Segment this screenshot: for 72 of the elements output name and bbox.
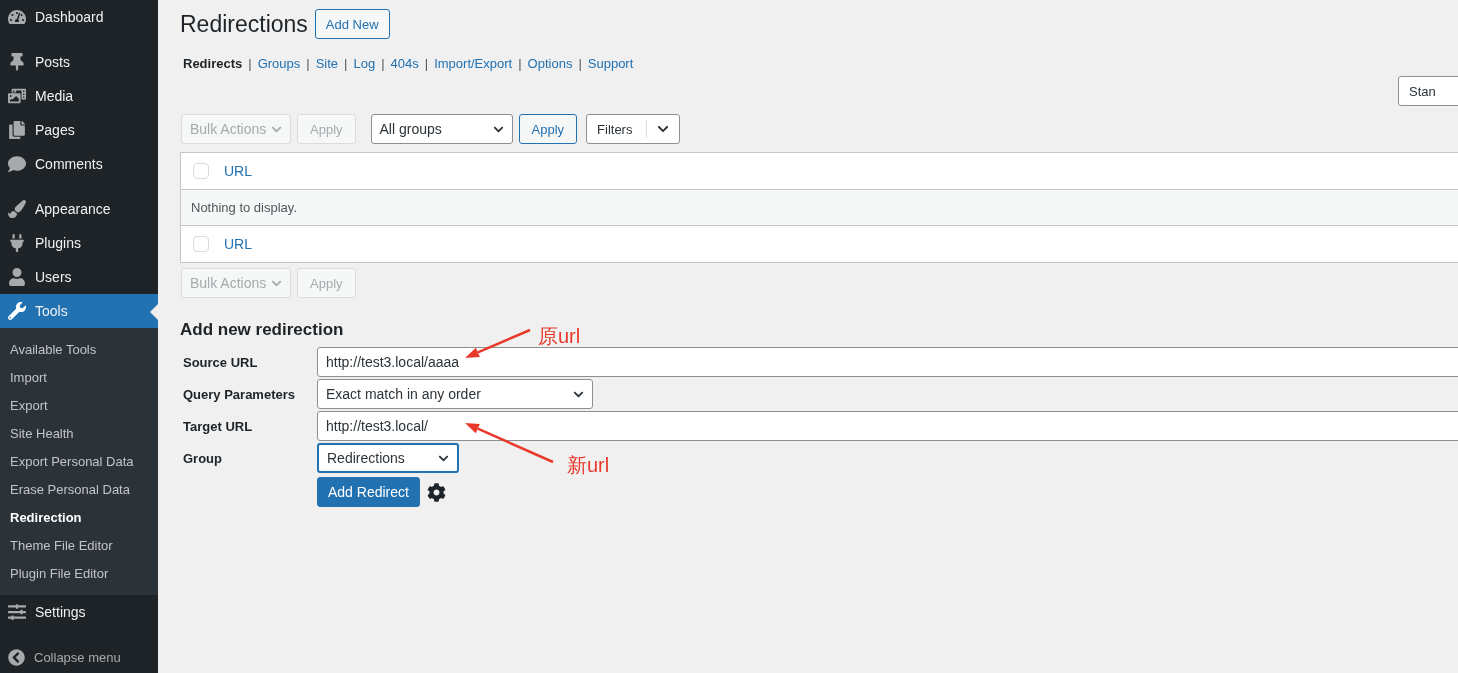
sidebar-item[interactable]: Posts xyxy=(0,45,158,79)
submenu-item[interactable]: Export Personal Data xyxy=(0,447,158,475)
add-new-button[interactable]: Add New xyxy=(314,9,390,39)
nav-separator: | xyxy=(248,55,252,71)
submenu-item[interactable]: Erase Personal Data xyxy=(0,475,158,503)
menu-icon xyxy=(8,8,26,26)
select-field[interactable]: Redirections xyxy=(317,443,459,473)
checkbox[interactable] xyxy=(193,163,209,179)
subnav-link[interactable]: Redirects xyxy=(183,55,243,71)
column-footer-link[interactable]: URL xyxy=(224,236,252,252)
submenu-item[interactable]: Export xyxy=(0,391,158,419)
display-button[interactable]: Stan xyxy=(1398,76,1458,106)
sidebar-item[interactable]: Plugins xyxy=(0,226,158,260)
menu-icon xyxy=(8,603,26,621)
settings-icon[interactable] xyxy=(426,482,446,502)
nav-separator: | xyxy=(306,55,310,71)
sidebar-item[interactable]: Tools xyxy=(0,294,158,328)
field-label: Group xyxy=(182,450,223,466)
nav-separator: | xyxy=(381,55,385,71)
nav-separator: | xyxy=(344,55,348,71)
submenu-item[interactable]: Redirection xyxy=(0,503,158,531)
nav-separator: | xyxy=(518,55,522,71)
menu-icon xyxy=(8,200,26,218)
annotation-label: 原url xyxy=(538,324,581,349)
filters-button[interactable]: Filters xyxy=(586,114,681,144)
menu-icon xyxy=(8,87,26,105)
url-input[interactable]: http://test3.local/aaaa xyxy=(317,347,1458,377)
subnav-link[interactable]: Support xyxy=(587,55,634,71)
sidebar-item[interactable]: Dashboard xyxy=(0,0,158,34)
url-input[interactable]: http://test3.local/ xyxy=(317,411,1458,441)
nav-separator: | xyxy=(578,55,582,71)
menu-icon xyxy=(8,234,26,252)
collapse-icon xyxy=(8,648,25,666)
submenu-item[interactable]: Site Health xyxy=(0,419,158,447)
annotation-label: 新url xyxy=(567,453,610,478)
section-heading: Add new redirection xyxy=(180,320,344,340)
menu-icon xyxy=(8,268,26,286)
apply-button[interactable]: Apply xyxy=(518,114,578,144)
menu-icon xyxy=(8,302,26,320)
sidebar-item[interactable]: Users xyxy=(0,260,158,294)
collapse-menu-button[interactable]: Collapse menu xyxy=(0,641,158,673)
field-label: Source URL xyxy=(182,354,259,370)
column-header-link[interactable]: URL xyxy=(224,163,252,179)
empty-message: Nothing to display. xyxy=(191,200,297,215)
subnav-link[interactable]: Log xyxy=(353,55,376,71)
subnav-link[interactable]: Groups xyxy=(257,55,301,71)
submenu-item[interactable]: Available Tools xyxy=(0,335,158,363)
chevron-icon xyxy=(657,123,670,135)
sidebar-item[interactable]: Media xyxy=(0,79,158,113)
menu-icon xyxy=(8,121,26,139)
group-filter-select[interactable]: All groups xyxy=(370,114,513,144)
subnav-link[interactable]: 404s xyxy=(390,55,419,71)
menu-icon xyxy=(8,53,26,71)
field-label: Target URL xyxy=(182,418,254,434)
arrow xyxy=(465,328,531,358)
submenu-item[interactable]: Import xyxy=(0,363,158,391)
field-label: Query Parameters xyxy=(182,386,296,402)
submenu-item[interactable]: Theme File Editor xyxy=(0,531,158,559)
sidebar-item[interactable]: Appearance xyxy=(0,192,158,226)
sidebar-item[interactable]: Settings xyxy=(0,595,158,629)
nav-separator: | xyxy=(424,55,429,71)
subnav-link[interactable]: Import/Export xyxy=(434,55,513,71)
add-redirect-button[interactable]: Add Redirect xyxy=(317,477,420,507)
sidebar-item[interactable]: Comments xyxy=(0,147,158,181)
subnav-link[interactable]: Site xyxy=(315,55,339,71)
menu-icon xyxy=(8,155,26,173)
checkbox[interactable] xyxy=(193,236,209,252)
sidebar-item[interactable]: Pages xyxy=(0,113,158,147)
submenu-item[interactable]: Plugin File Editor xyxy=(0,559,158,587)
subnav-link[interactable]: Options xyxy=(527,55,573,71)
page-title: Redirections xyxy=(180,10,308,38)
select-field[interactable]: Exact match in any order xyxy=(317,379,593,409)
